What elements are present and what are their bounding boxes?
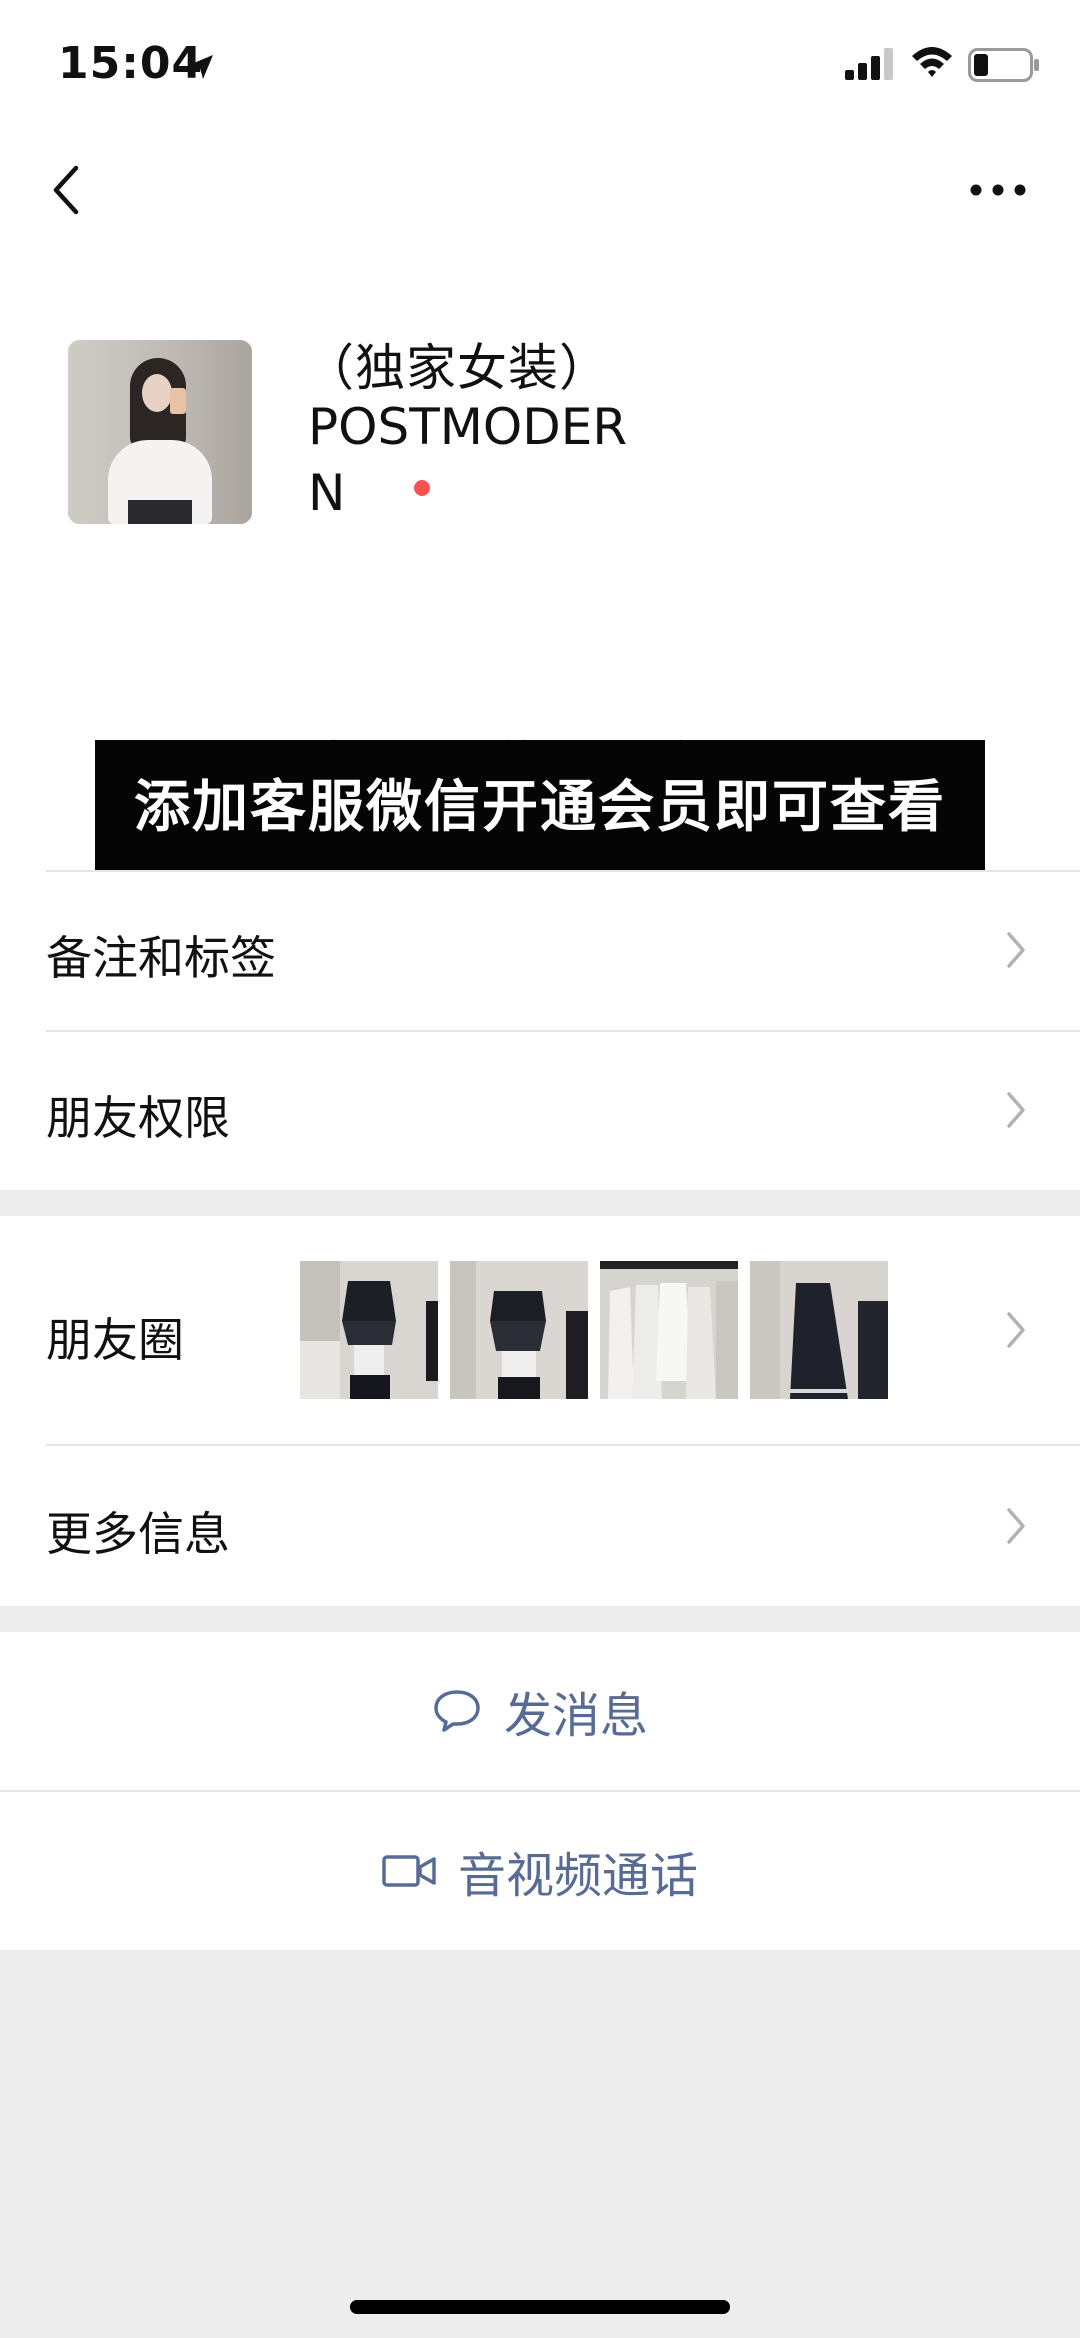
status-bar: 15:04 — [0, 0, 1080, 130]
video-camera-icon — [382, 1855, 436, 1887]
settings-group: 备注和标签 朋友权限 — [0, 870, 1080, 1190]
moments-photo — [450, 1261, 588, 1399]
friend-permissions-label: 朋友权限 — [46, 1091, 230, 1145]
profile-name-cont: POSTMODER — [308, 398, 628, 456]
avatar[interactable] — [68, 340, 252, 524]
chevron-right-icon — [1007, 1508, 1025, 1544]
moments-photo — [600, 1261, 738, 1399]
chevron-right-icon — [1007, 932, 1025, 968]
chevron-left-icon[interactable] — [44, 160, 94, 220]
chevron-right-icon — [1007, 1092, 1025, 1128]
location-arrow-icon — [189, 55, 213, 79]
remarks-tags-label: 备注和标签 — [46, 931, 276, 985]
more-info-label: 更多信息 — [46, 1507, 230, 1561]
nav-bar — [0, 130, 1080, 250]
moments-label: 朋友圈 — [46, 1313, 184, 1367]
friend-permissions-row[interactable]: 朋友权限 — [0, 1030, 1080, 1190]
moments-photo — [300, 1261, 438, 1399]
profile-name-cont2: N — [308, 464, 346, 522]
wifi-icon — [912, 47, 952, 77]
video-call-button[interactable]: 音视频通话 — [0, 1792, 1080, 1950]
cellular-signal-icon — [845, 48, 893, 80]
status-time: 15:04 — [58, 38, 204, 89]
gender-dot — [414, 480, 430, 496]
promo-text: 添加客服微信开通会员即可查看 — [134, 775, 946, 840]
profile-card: （独家女装） POSTMODER N 地区： 韩国 首尔市 添加客服微信开通会员… — [0, 250, 1080, 988]
home-indicator[interactable] — [350, 2300, 730, 2314]
send-message-button[interactable]: 发消息 — [0, 1632, 1080, 1790]
send-message-label: 发消息 — [503, 1688, 648, 1744]
ellipsis-icon[interactable] — [968, 170, 1028, 210]
profile-name: （独家女装） — [304, 339, 610, 397]
more-info-row[interactable]: 更多信息 — [0, 1444, 1080, 1606]
moments-thumbnails — [300, 1261, 890, 1399]
video-call-label: 音视频通话 — [457, 1848, 698, 1904]
info-group: 朋友圈 更多信息 — [0, 1216, 1080, 1606]
moments-photo — [750, 1261, 888, 1399]
remarks-tags-row[interactable]: 备注和标签 — [0, 870, 1080, 1030]
chat-bubble-icon — [434, 1690, 480, 1732]
moments-row[interactable]: 朋友圈 — [0, 1216, 1080, 1444]
chevron-right-icon — [1007, 1312, 1025, 1348]
battery-icon — [968, 48, 1039, 82]
